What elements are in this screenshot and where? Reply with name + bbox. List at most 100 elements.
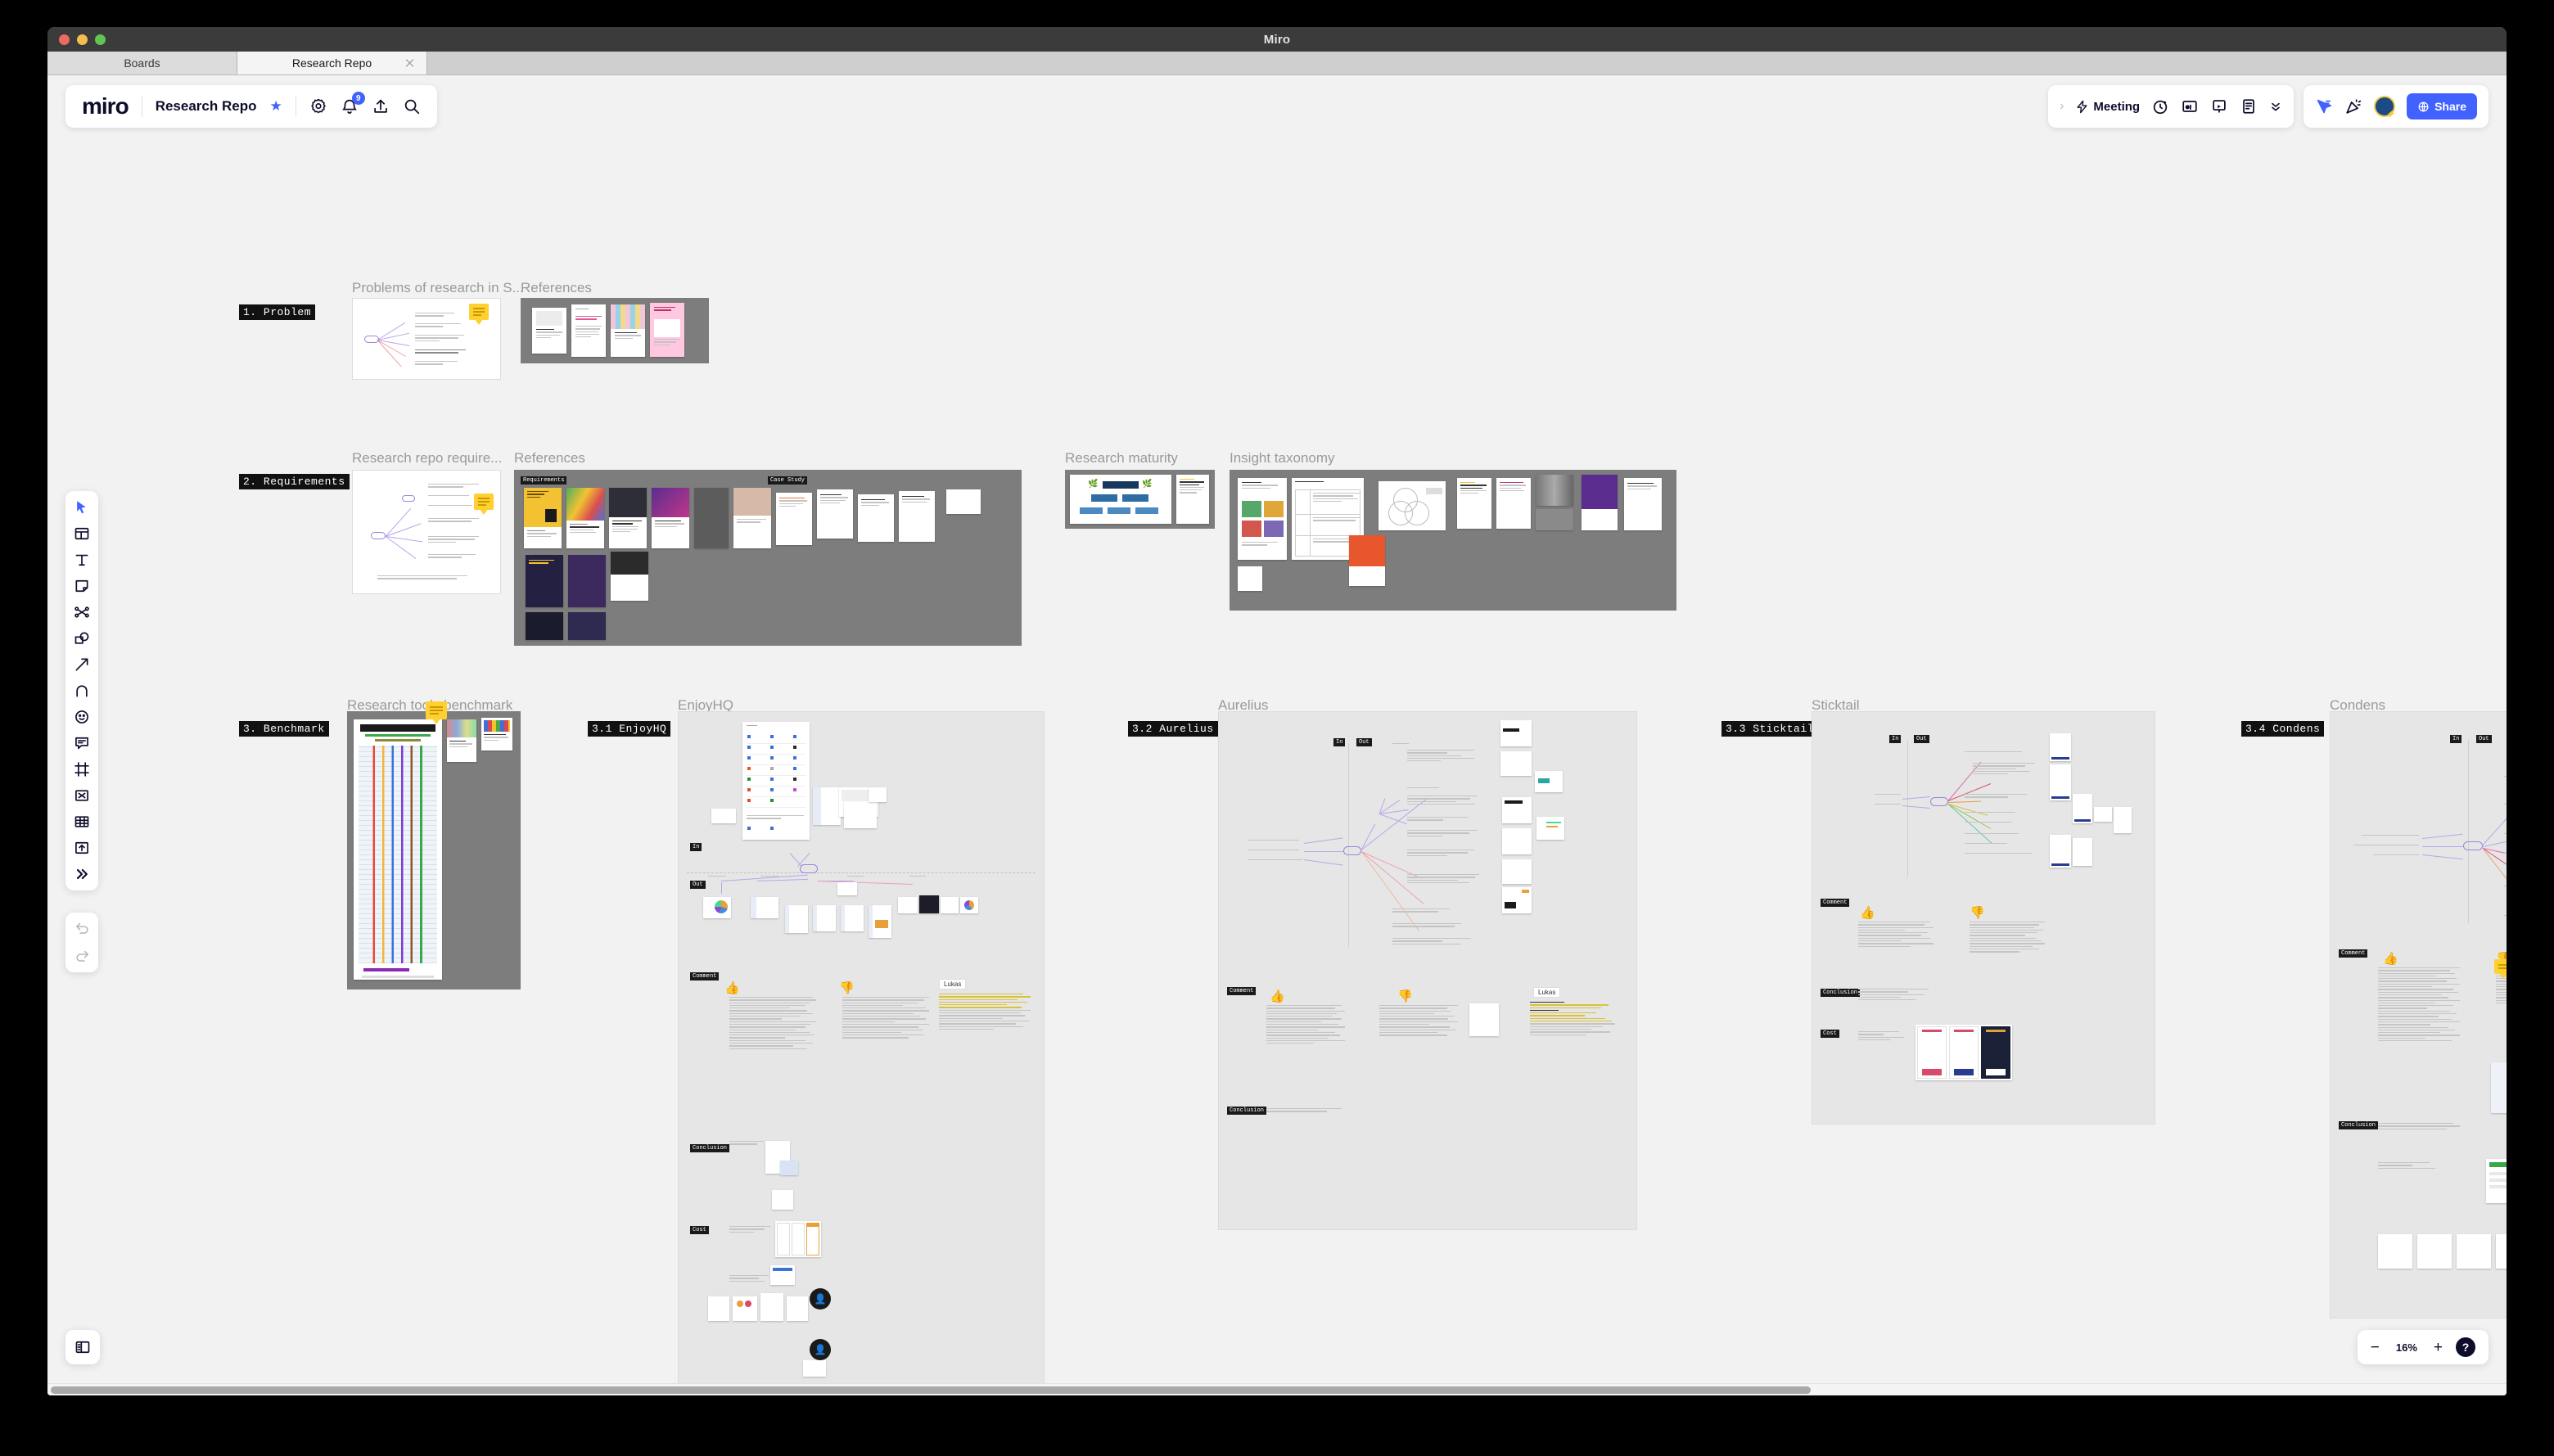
screenshot-thumb[interactable]	[898, 897, 918, 913]
screenshot-thumb[interactable]	[2050, 764, 2071, 800]
star-icon[interactable]: ★	[269, 98, 282, 115]
screenshot-thumb[interactable]	[941, 897, 959, 913]
presentation-icon[interactable]	[2210, 97, 2228, 115]
section-tag-enjoyhq[interactable]: 3.1 EnjoyHQ	[588, 721, 671, 737]
sticky-note[interactable]	[426, 701, 447, 724]
screenshot-thumb[interactable]	[1536, 817, 1564, 840]
frame-label-problems[interactable]: Problems of research in S...	[352, 280, 524, 296]
section-tag-requirements[interactable]: 2. Requirements	[239, 474, 350, 489]
frame-label-references-1[interactable]: References	[521, 280, 592, 296]
screenshot-thumb[interactable]	[960, 897, 978, 913]
screenshot-thumb[interactable]	[2496, 1234, 2507, 1269]
gear-icon[interactable]	[309, 97, 327, 115]
scrollbar-thumb[interactable]	[51, 1386, 1811, 1394]
frame-insight-taxonomy[interactable]	[1230, 470, 1676, 611]
close-window-button[interactable]	[59, 34, 70, 45]
reference-card[interactable]	[652, 488, 689, 548]
screenshot-thumb[interactable]	[751, 897, 778, 918]
chevron-double-down-icon[interactable]	[2269, 97, 2282, 115]
screenshot-thumb[interactable]	[2094, 807, 2112, 822]
frame-condens-board[interactable]: In Out Comment Conclusion 👍	[2330, 711, 2507, 1319]
screenshot-thumb[interactable]	[708, 1296, 729, 1321]
frame-label-research-maturity[interactable]: Research maturity	[1065, 450, 1178, 467]
screenshot-thumb[interactable]	[1502, 887, 1532, 913]
article-card[interactable]	[1176, 475, 1209, 524]
upload-icon[interactable]	[372, 97, 390, 115]
text-tool[interactable]	[74, 552, 90, 568]
arrow-tool[interactable]	[74, 656, 90, 673]
emoji-tool[interactable]	[74, 709, 90, 725]
connection-tool[interactable]	[74, 604, 90, 620]
chevron-right-icon[interactable]: ›	[2060, 99, 2064, 114]
screenshot-thumb[interactable]	[869, 905, 891, 938]
section-tag-benchmark[interactable]: 3. Benchmark	[239, 721, 329, 737]
case-study-card[interactable]	[817, 489, 853, 539]
screenshot-thumb[interactable]	[813, 905, 836, 931]
reference-card[interactable]	[532, 308, 566, 354]
frame-tools-benchmark[interactable]	[347, 701, 521, 989]
section-tag-condens[interactable]: 3.4 Condens	[2241, 721, 2325, 737]
screenshot-thumb[interactable]	[2114, 807, 2132, 833]
screenshot-thumb[interactable]	[841, 905, 864, 931]
sticky-note[interactable]	[474, 494, 494, 515]
screenshot-thumb[interactable]	[787, 1296, 808, 1321]
section-tag-aurelius[interactable]: 3.2 Aurelius	[1128, 721, 1218, 737]
integrations-screenshot[interactable]	[742, 722, 810, 840]
screenshot-thumb[interactable]	[772, 1190, 793, 1210]
reference-card[interactable]	[568, 555, 606, 607]
maturity-diagram[interactable]: 🌿 🌿	[1070, 475, 1171, 524]
frame-label-references-2[interactable]: References	[514, 450, 585, 467]
board-canvas[interactable]: 1. Problem 2. Requirements 3. Benchmark …	[47, 75, 2507, 1395]
screenshot-thumb[interactable]	[780, 1161, 798, 1175]
close-icon[interactable]	[404, 58, 415, 69]
screenshot-thumb[interactable]	[2073, 838, 2092, 866]
case-study-card[interactable]	[776, 493, 812, 545]
reference-card[interactable]	[611, 552, 648, 601]
timer-icon[interactable]	[2151, 97, 2169, 115]
horizontal-scrollbar[interactable]	[47, 1383, 2507, 1395]
article-card[interactable]	[1496, 478, 1531, 529]
reference-card[interactable]	[650, 303, 684, 357]
screenshot-thumb[interactable]	[2073, 794, 2092, 823]
templates-tool[interactable]	[74, 525, 90, 542]
upload-tool[interactable]	[74, 840, 90, 856]
redo-button[interactable]	[74, 949, 90, 964]
tab-research-repo[interactable]: Research Repo	[237, 52, 427, 74]
frame-references-problem[interactable]	[521, 298, 709, 363]
screenshot-thumb[interactable]	[703, 897, 731, 918]
screenshot-thumb[interactable]	[919, 895, 939, 913]
reference-card[interactable]	[1238, 566, 1262, 591]
frame-references-requirements[interactable]: Requirements Case Study	[514, 470, 1022, 646]
pricing-table[interactable]	[1916, 1025, 2012, 1080]
frame-aurelius-board[interactable]: In Out Comment Conclusion 👍 👎 Lukas	[1218, 711, 1637, 1230]
screenshot-thumb[interactable]	[711, 809, 736, 823]
zoom-level-label[interactable]: 16%	[2393, 1341, 2421, 1354]
table-screenshot[interactable]	[2486, 1159, 2507, 1203]
window-traffic-lights[interactable]	[59, 34, 106, 45]
article-card[interactable]	[481, 718, 512, 751]
sidebar-panel-toggle[interactable]	[65, 1330, 100, 1364]
frame-problems-mindmap[interactable]	[352, 298, 501, 380]
case-study-card[interactable]	[899, 491, 935, 542]
maximize-window-button[interactable]	[95, 34, 106, 45]
reference-card[interactable]	[524, 488, 562, 548]
venn-diagram[interactable]	[1379, 481, 1446, 530]
reference-card[interactable]	[611, 304, 645, 357]
screenshot-thumb[interactable]	[1502, 859, 1532, 884]
screenshot-thumb[interactable]	[733, 1296, 757, 1321]
share-button[interactable]: Share	[2407, 93, 2477, 119]
screenshot-thumb[interactable]	[785, 905, 808, 933]
insight-matrix[interactable]	[1238, 478, 1287, 560]
undo-button[interactable]	[74, 921, 90, 936]
article-card[interactable]	[447, 719, 476, 762]
article-card[interactable]	[1457, 478, 1491, 529]
shapes-tool[interactable]	[74, 630, 90, 647]
search-icon[interactable]	[403, 97, 421, 115]
sticky-note[interactable]	[2494, 959, 2507, 979]
reference-card[interactable]	[571, 304, 606, 357]
screenshot-thumb[interactable]	[2491, 1062, 2507, 1113]
case-study-card[interactable]	[858, 494, 894, 542]
frame-label-requirements[interactable]: Research repo require...	[352, 450, 502, 467]
tab-boards[interactable]: Boards	[47, 52, 237, 74]
miro-logo[interactable]: miro	[82, 95, 129, 118]
